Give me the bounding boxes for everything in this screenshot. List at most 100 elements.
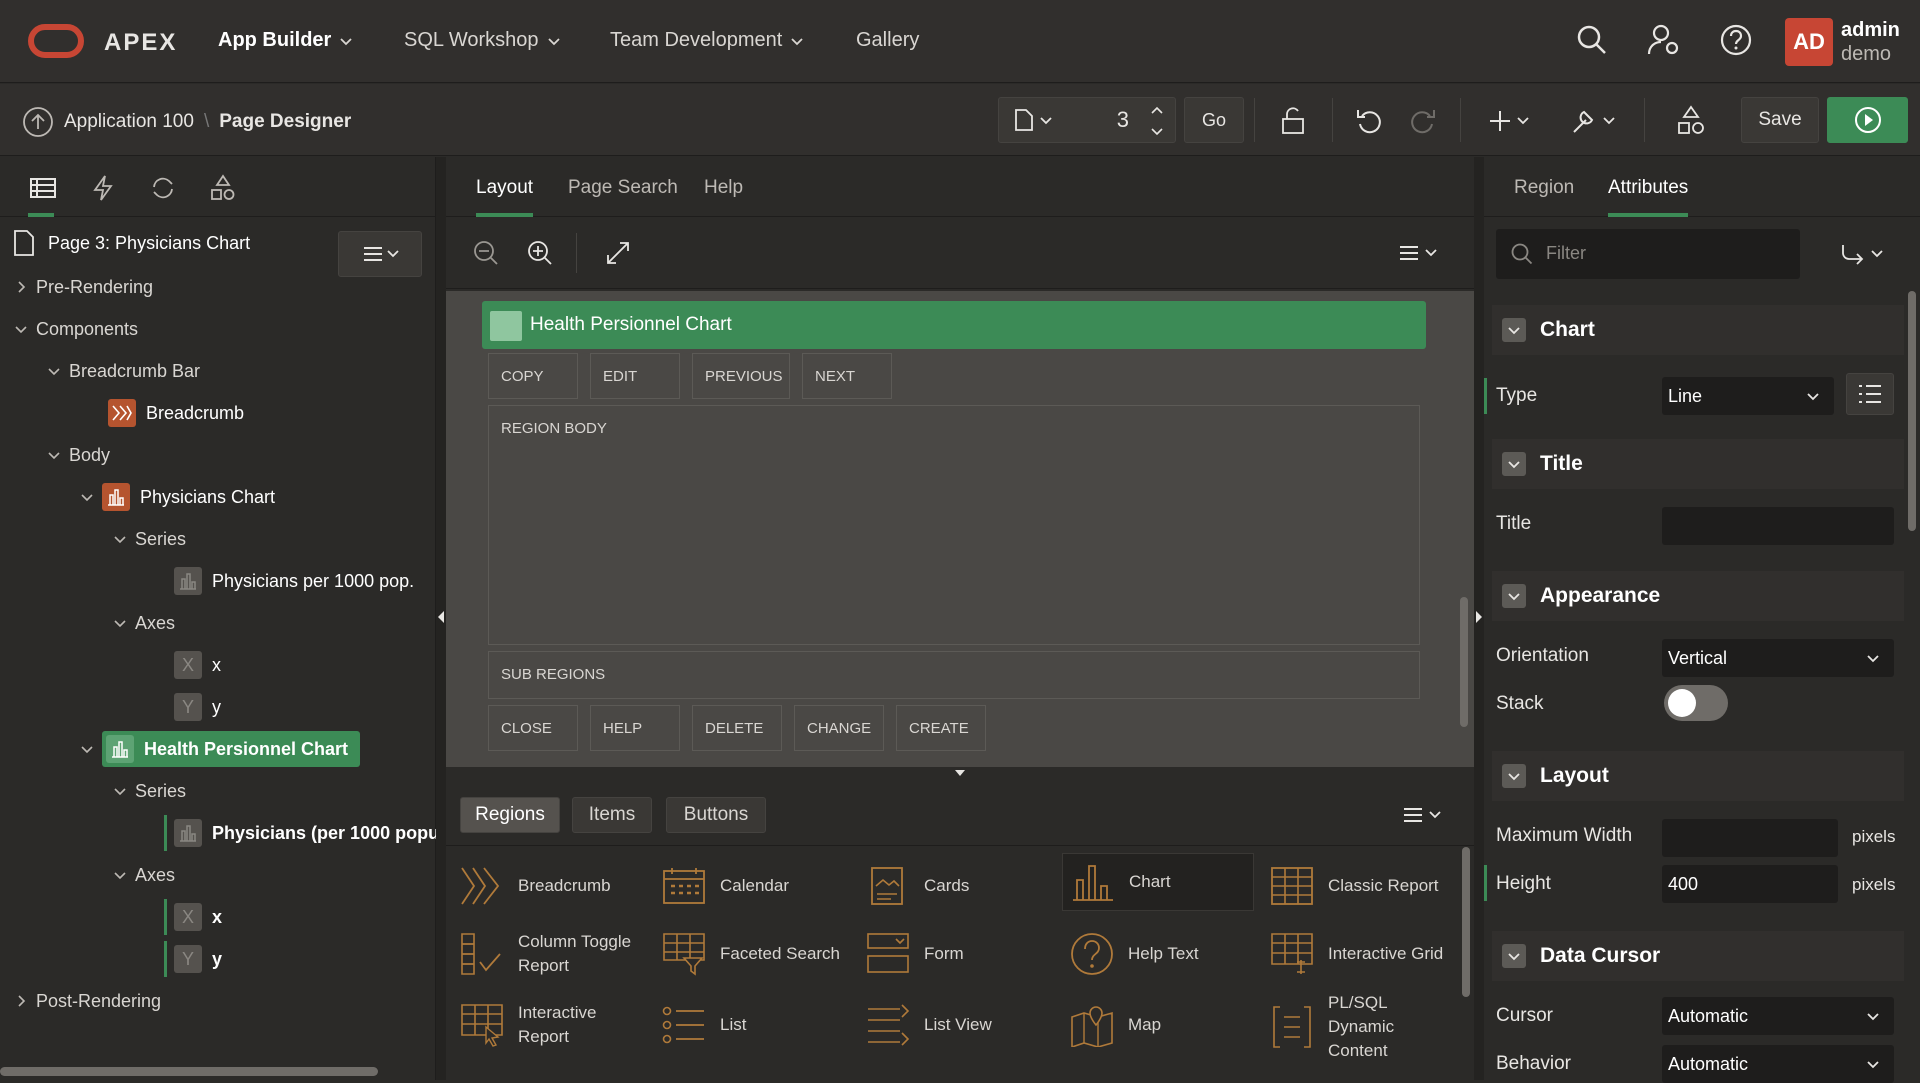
chevron-down-icon[interactable] xyxy=(47,364,61,378)
tab-help[interactable]: Help xyxy=(704,177,743,199)
tree-node-axes[interactable]: Axes xyxy=(113,605,175,641)
canvas-scrollbar[interactable] xyxy=(1460,597,1468,727)
gallery-item-form[interactable]: Form xyxy=(866,925,1056,983)
tree-node-axes[interactable]: Axes xyxy=(113,857,175,893)
chevron-down-icon[interactable] xyxy=(113,784,127,798)
section-data-cursor[interactable]: Data Cursor xyxy=(1492,931,1904,981)
section-layout[interactable]: Layout xyxy=(1492,751,1904,801)
create-menu-icon[interactable] xyxy=(1490,108,1534,134)
tree-node-post-rendering[interactable]: Post-Rendering xyxy=(14,983,161,1019)
chevron-right-icon[interactable] xyxy=(14,280,28,294)
section-appearance[interactable]: Appearance xyxy=(1492,571,1904,621)
gallery-item-faceted-search[interactable]: Faceted Search xyxy=(662,925,862,983)
help-icon[interactable] xyxy=(1718,22,1754,58)
gallery-item-cards[interactable]: Cards xyxy=(866,857,1056,915)
nav-sql-workshop[interactable]: SQL Workshop xyxy=(404,29,561,52)
gallery-item-plsql-dynamic-content[interactable]: PL/SQL Dynamic Content xyxy=(1270,989,1440,1065)
gallery-tab-regions[interactable]: Regions xyxy=(460,797,560,833)
run-page-button[interactable] xyxy=(1827,97,1908,143)
tree-node-body[interactable]: Body xyxy=(47,437,110,473)
user-settings-icon[interactable] xyxy=(1646,22,1682,58)
dynamic-actions-lightning-icon[interactable] xyxy=(88,173,118,203)
type-list-button[interactable] xyxy=(1846,373,1894,415)
tree-node-health-chart[interactable]: Health Persionnel Chart xyxy=(80,731,361,767)
left-splitter[interactable] xyxy=(436,157,446,1080)
gallery-tab-buttons[interactable]: Buttons xyxy=(666,797,766,833)
oracle-logo-icon[interactable] xyxy=(28,24,84,58)
chevron-down-icon[interactable] xyxy=(113,532,127,546)
gallery-item-map[interactable]: Map xyxy=(1070,995,1260,1055)
tree-node-physicians-chart[interactable]: Physicians Chart xyxy=(80,479,275,515)
gallery-item-column-toggle-report[interactable]: Column Toggle Report xyxy=(460,925,650,983)
tree-node-series-item[interactable]: Physicians per 1000 pop. xyxy=(174,563,414,599)
chevron-right-icon[interactable] xyxy=(14,994,28,1008)
region-button-close[interactable]: CLOSE xyxy=(488,705,578,751)
region-button-edit[interactable]: EDIT xyxy=(590,353,680,399)
tree-node-series-item[interactable]: Physicians (per 1000 popul xyxy=(164,815,444,851)
region-button-help[interactable]: HELP xyxy=(590,705,680,751)
chevron-down-icon[interactable] xyxy=(113,616,127,630)
stack-toggle[interactable] xyxy=(1664,685,1728,721)
processing-icon[interactable] xyxy=(148,173,178,203)
zoom-in-icon[interactable] xyxy=(526,239,554,267)
collapse-chevron-icon[interactable] xyxy=(1502,944,1526,968)
region-button-copy[interactable]: COPY xyxy=(488,353,578,399)
region-drag-handle[interactable] xyxy=(490,311,522,341)
tab-layout[interactable]: Layout xyxy=(476,177,534,217)
region-header[interactable]: Health Persionnel Chart xyxy=(482,301,1426,349)
tree-node-series[interactable]: Series xyxy=(113,521,186,557)
gallery-item-interactive-grid[interactable]: Interactive Grid xyxy=(1270,925,1470,983)
filter-input[interactable]: Filter xyxy=(1496,229,1800,279)
chevron-down-icon[interactable] xyxy=(47,448,61,462)
region-body[interactable]: REGION BODY xyxy=(488,405,1420,645)
go-button[interactable]: Go xyxy=(1184,97,1244,143)
region-button-next[interactable]: NEXT xyxy=(802,353,892,399)
tree-node-components[interactable]: Components xyxy=(14,311,138,347)
gallery-item-chart[interactable]: Chart xyxy=(1062,853,1254,911)
title-input[interactable] xyxy=(1662,507,1894,545)
page-node[interactable]: Page 3: Physicians Chart xyxy=(12,225,250,261)
gallery-item-breadcrumb[interactable]: Breadcrumb xyxy=(460,857,650,915)
shared-components-tab-icon[interactable] xyxy=(208,173,238,203)
tree-node-axis-x[interactable]: Xx xyxy=(164,899,222,935)
user-menu[interactable]: admin demo xyxy=(1841,18,1900,66)
utilities-wrench-icon[interactable] xyxy=(1570,106,1620,136)
selected-node[interactable]: Health Persionnel Chart xyxy=(102,731,361,767)
nav-gallery[interactable]: Gallery xyxy=(856,29,919,52)
tab-page-search[interactable]: Page Search xyxy=(568,177,678,199)
tab-attributes[interactable]: Attributes xyxy=(1608,177,1689,217)
avatar[interactable]: AD xyxy=(1785,18,1833,66)
breadcrumb-application[interactable]: Application 100 xyxy=(64,111,194,133)
undo-icon[interactable] xyxy=(1354,106,1384,136)
right-splitter[interactable] xyxy=(1474,157,1484,1080)
gallery-tab-items[interactable]: Items xyxy=(572,797,652,833)
collapse-chevron-icon[interactable] xyxy=(1502,584,1526,608)
property-scrollbar[interactable] xyxy=(1908,291,1916,531)
tree-node-axis-y[interactable]: Yy xyxy=(164,941,222,977)
chevron-down-icon[interactable] xyxy=(14,322,28,336)
shared-components-icon[interactable] xyxy=(1676,104,1706,138)
tree-node-breadcrumb[interactable]: Breadcrumb xyxy=(108,395,244,431)
orientation-select[interactable]: Vertical xyxy=(1662,639,1894,677)
layout-canvas[interactable]: Health Persionnel Chart COPY EDIT PREVIO… xyxy=(446,291,1474,767)
sub-regions[interactable]: SUB REGIONS xyxy=(488,651,1420,699)
redo-icon[interactable] xyxy=(1408,106,1438,136)
nav-team-development[interactable]: Team Development xyxy=(610,29,804,52)
expand-icon[interactable] xyxy=(604,239,632,267)
gallery-item-list[interactable]: List xyxy=(662,995,852,1055)
apex-brand[interactable]: APEX xyxy=(104,29,177,57)
rendering-tab-icon[interactable] xyxy=(28,173,58,203)
collapse-left-icon[interactable] xyxy=(437,610,445,624)
region-button-delete[interactable]: DELETE xyxy=(692,705,782,751)
chevron-down-icon[interactable] xyxy=(80,742,94,756)
tree-node-axis-y[interactable]: Yy xyxy=(174,689,221,725)
page-number-input[interactable]: 3 xyxy=(1117,107,1129,133)
collapse-chevron-icon[interactable] xyxy=(1502,452,1526,476)
region-button-create[interactable]: CREATE xyxy=(896,705,986,751)
type-select[interactable]: Line xyxy=(1662,377,1834,415)
tree-node-axis-x[interactable]: Xx xyxy=(174,647,221,683)
gallery-item-list-view[interactable]: List View xyxy=(866,995,1056,1055)
layout-menu-icon[interactable] xyxy=(1396,243,1440,263)
search-icon[interactable] xyxy=(1574,22,1610,58)
splitter-caret-icon[interactable] xyxy=(954,769,966,777)
